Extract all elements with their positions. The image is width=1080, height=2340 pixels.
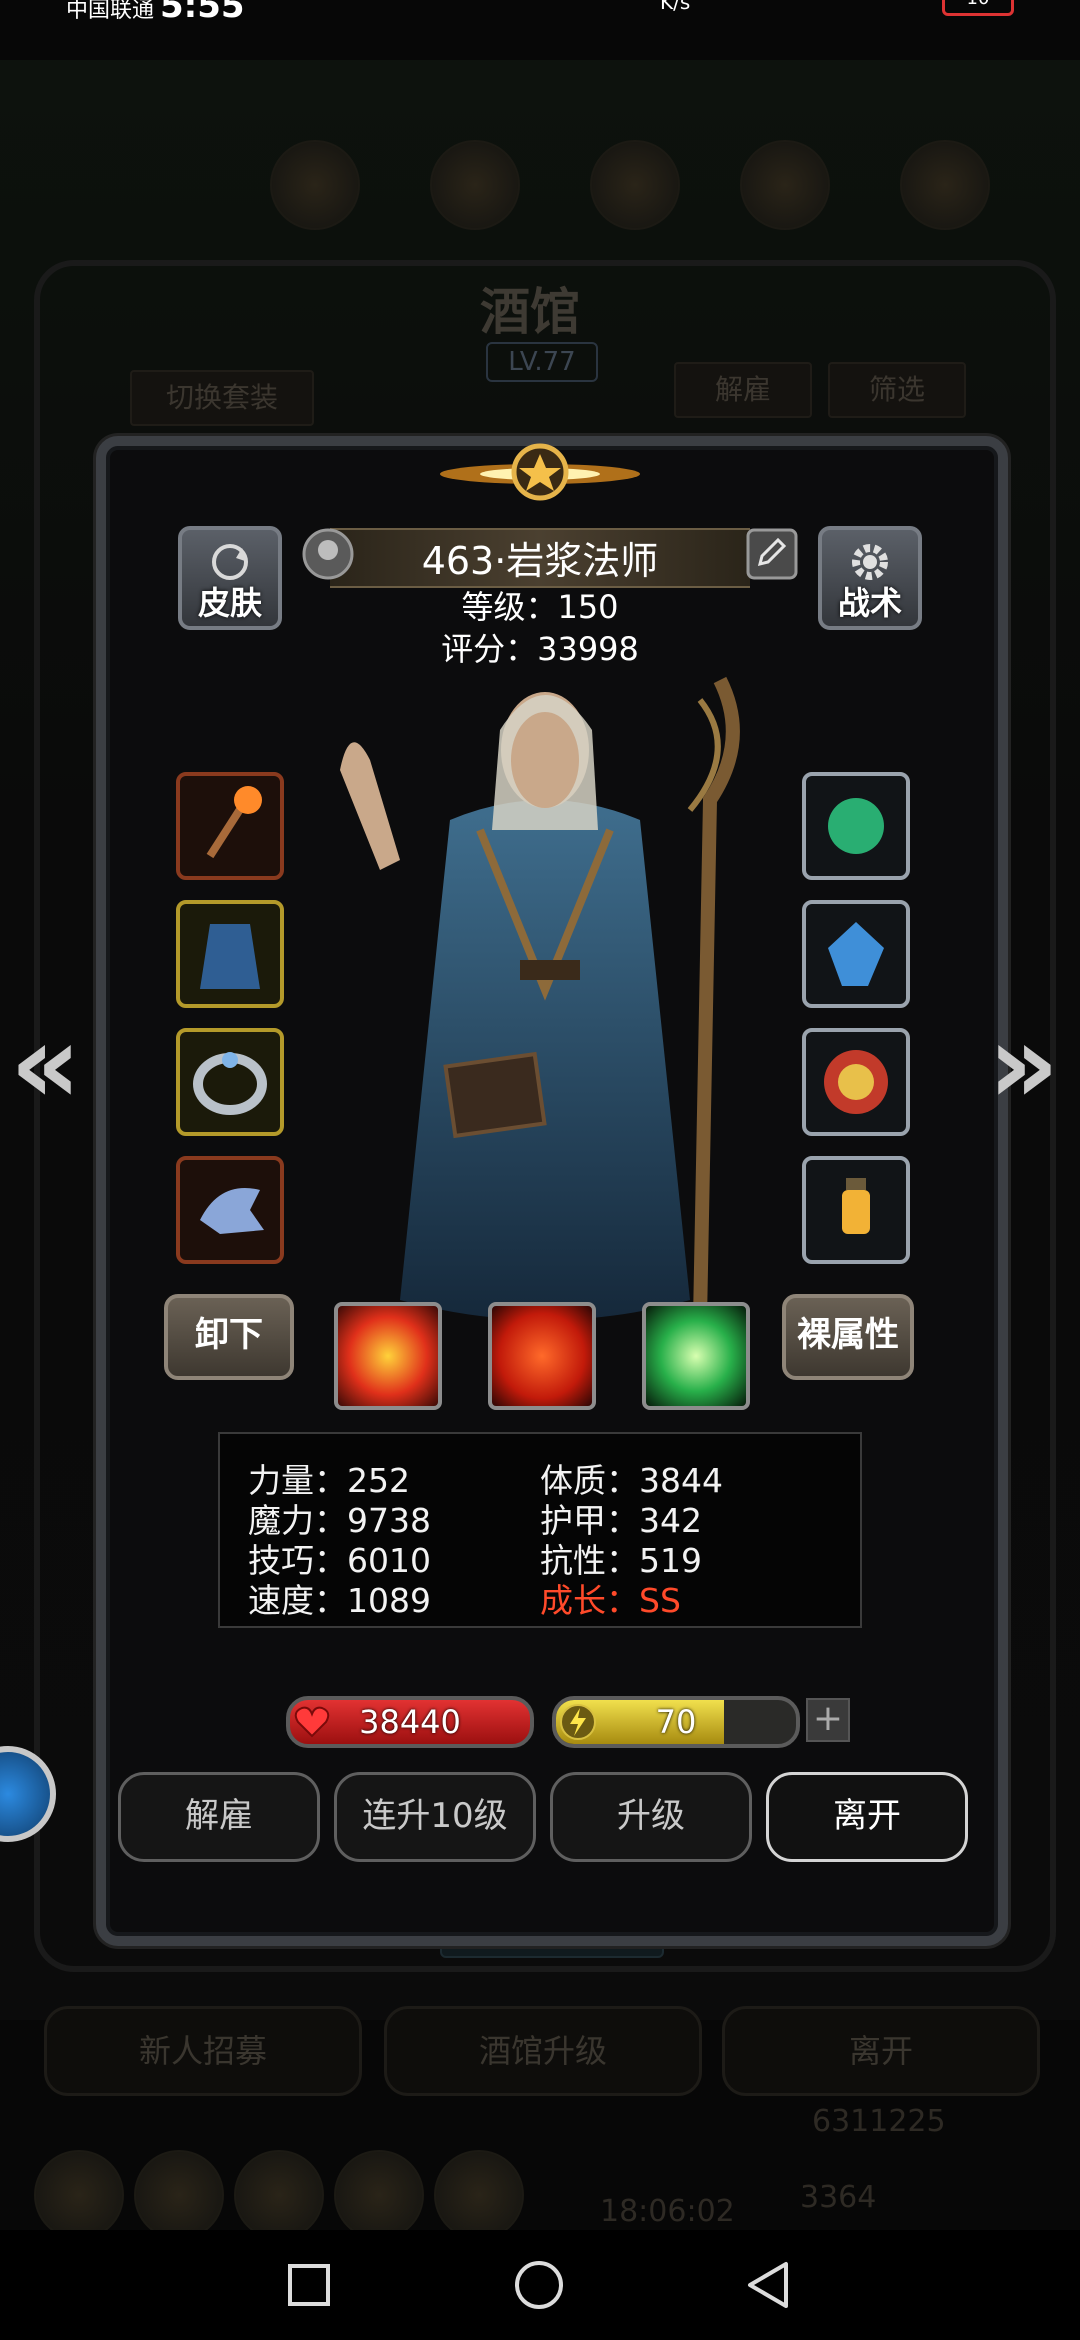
battery-level: 10 [967,0,990,9]
unequip-button[interactable]: 卸下 [164,1294,294,1380]
emblem-icon [824,1050,888,1114]
bg-bottom-icon [134,2150,224,2240]
carrier-label: 中国联通 [66,0,155,23]
bg-tavern-title: 酒馆 [480,282,580,341]
skill-slot-1[interactable] [334,1302,442,1410]
bg-bottom-icon [434,2150,524,2240]
dragon-head-icon [200,1188,264,1234]
skin-button[interactable]: 皮肤 [178,526,282,630]
bg-leave-button: 离开 [722,2006,1040,2096]
energy-bar: 70 [552,1696,800,1748]
base-attributes-button[interactable]: 裸属性 [782,1294,914,1380]
equip-slot-pet[interactable] [176,1156,284,1264]
hp-value: 38440 [359,1703,461,1741]
recent-apps-icon[interactable] [284,2260,334,2310]
bg-menu-icon [270,140,360,230]
hero-name: 463·岩浆法师 [421,539,659,583]
equip-slot-armor[interactable] [176,900,284,1008]
bg-recruit-button: 新人招募 [44,2006,362,2096]
bg-upgrade-tavern-button: 酒馆升级 [384,2006,702,2096]
stat-speed: 速度：1089 [248,1581,431,1620]
system-nav-bar [0,2230,1080,2340]
bg-switch-set-button: 切换套装 [130,370,314,426]
bg-menu-icon [740,140,830,230]
staff-icon [206,786,262,859]
previous-hero-arrow[interactable]: « [10,1000,81,1128]
bg-tavern-level: LV.77 [486,342,598,382]
stat-growth: 成长：SS [540,1581,681,1620]
equip-slot-gem[interactable] [802,900,910,1008]
skill-slot-2[interactable] [488,1302,596,1410]
level-up-button[interactable]: 升级 [550,1772,752,1862]
crest-emblem-icon [440,443,640,501]
bg-bottom-icon [334,2150,424,2240]
battery-icon: 10 [942,0,1014,16]
edit-icon[interactable] [744,526,800,582]
status-bar: 中国联通 5:55 K/s 10 [0,0,1080,26]
hero-portrait [340,676,740,1321]
lantern-icon [842,1178,870,1234]
skin-label: 皮肤 [197,584,262,622]
bg-menu-icon [590,140,680,230]
bg-clock: 18:06:02 [600,2194,735,2229]
dismiss-button[interactable]: 解雇 [118,1772,320,1862]
green-orb-icon [828,798,884,854]
leave-button[interactable]: 离开 [766,1772,968,1862]
skill-slot-3[interactable] [642,1302,750,1410]
ring-icon [193,1052,267,1115]
level-up-10-button[interactable]: 连升10级 [334,1772,536,1862]
bg-gold-value: 6311225 [812,2104,946,2139]
equip-slot-ring[interactable] [176,1028,284,1136]
equip-slot-amulet[interactable] [802,772,910,880]
bg-menu-icon [430,140,520,230]
home-icon[interactable] [512,2258,566,2312]
hp-bar: 38440 [286,1696,534,1748]
back-icon[interactable] [742,2258,796,2312]
bg-gem-value: 3364 [800,2180,877,2215]
hero-level: 等级：150 [461,588,619,626]
bg-dismiss-button: 解雇 [674,362,812,418]
bg-bottom-icon [34,2150,124,2240]
network-speed-label: K/s [660,0,691,14]
bg-filter-button: 筛选 [828,362,966,418]
blue-crystal-icon [828,922,884,986]
tactics-label: 战术 [837,584,902,622]
equip-slot-emblem[interactable] [802,1028,910,1136]
robe-icon [200,924,260,989]
bg-menu-icon [900,140,990,230]
equip-slot-lantern[interactable] [802,1156,910,1264]
next-hero-arrow[interactable]: » [988,1000,1059,1128]
bg-bottom-icon [234,2150,324,2240]
equip-slot-weapon[interactable] [176,772,284,880]
energy-value: 70 [655,1703,697,1741]
tactics-button[interactable]: 战术 [818,526,922,630]
clock-label: 5:55 [160,0,245,26]
add-energy-button[interactable]: + [806,1698,850,1742]
